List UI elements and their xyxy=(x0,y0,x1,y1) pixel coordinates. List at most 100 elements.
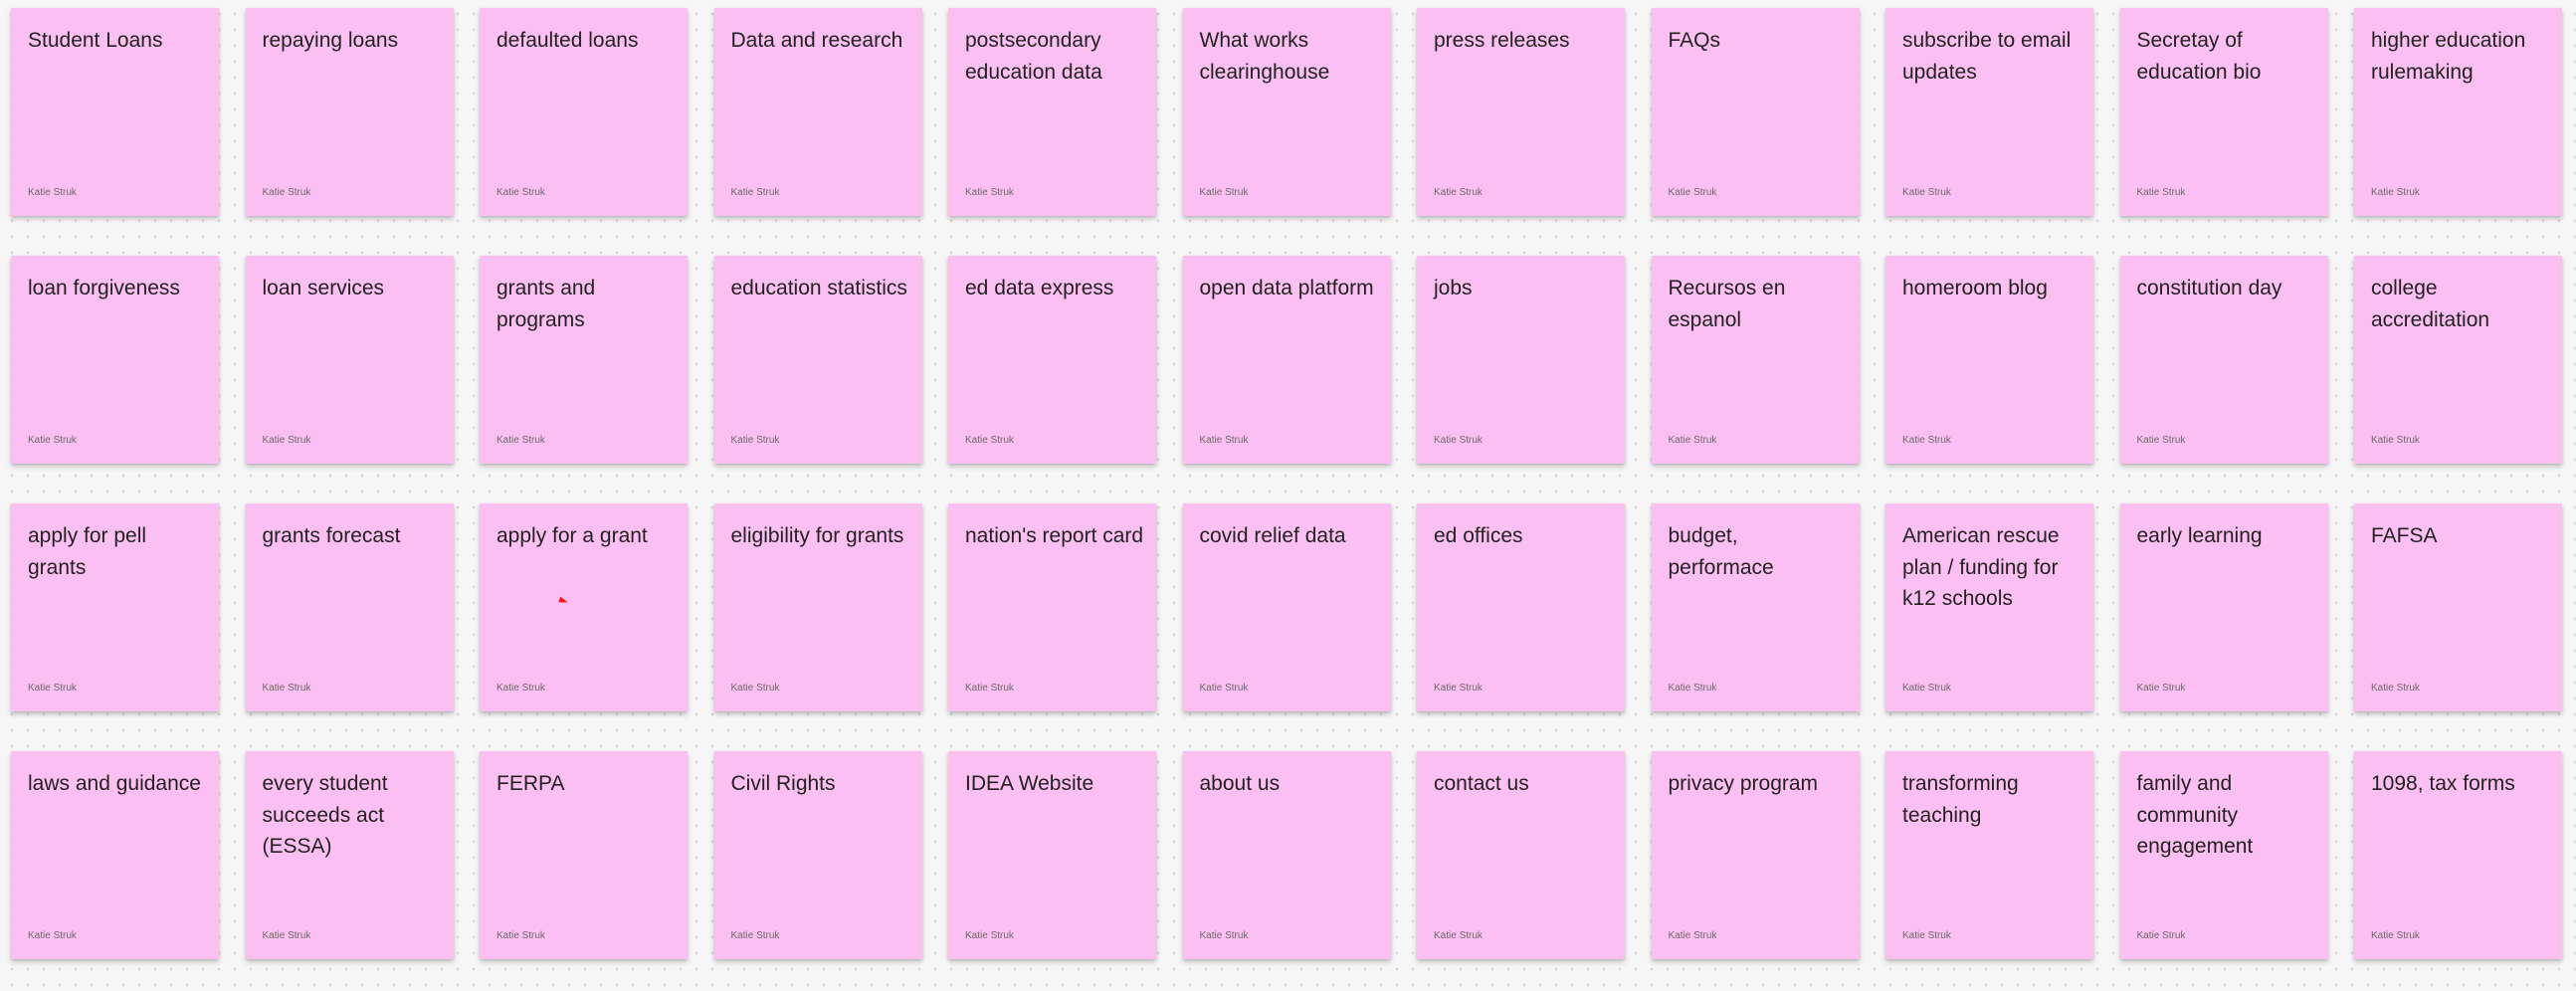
sticky-note-author: Katie Struk xyxy=(496,187,545,198)
sticky-note-text: Student Loans xyxy=(28,29,163,52)
sticky-note-author: Katie Struk xyxy=(1902,683,1951,694)
sticky-note[interactable]: college accreditation Katie Struk xyxy=(2354,256,2562,464)
sticky-note[interactable]: every student succeeds act (ESSA) Katie S… xyxy=(245,751,454,959)
sticky-note[interactable]: apply for pell grants Katie Struk xyxy=(11,503,219,711)
sticky-note-author: Katie Struk xyxy=(1434,187,1483,198)
sticky-note[interactable]: defaulted loans Katie Struk xyxy=(480,8,688,216)
sticky-note-author: Katie Struk xyxy=(2371,683,2420,694)
sticky-note[interactable]: nation's report card Katie Struk xyxy=(948,503,1156,711)
sticky-note[interactable]: jobs Katie Struk xyxy=(1417,256,1625,464)
sticky-note-author: Katie Struk xyxy=(730,930,780,941)
sticky-note[interactable]: Secretay of education bio Katie Struk xyxy=(2119,8,2328,216)
sticky-note[interactable]: apply for a grant Katie Struk xyxy=(480,503,688,711)
sticky-note[interactable]: privacy program Katie Struk xyxy=(1651,751,1860,959)
sticky-note[interactable]: grants forecast Katie Struk xyxy=(245,503,454,711)
sticky-note[interactable]: education statistics Katie Struk xyxy=(713,256,922,464)
sticky-note[interactable]: press releases Katie Struk xyxy=(1417,8,1625,216)
sticky-note-author: Katie Struk xyxy=(965,187,1014,198)
sticky-note-text: transforming teaching xyxy=(1902,772,2019,827)
sticky-note-text: budget, performace xyxy=(1668,524,1774,579)
sticky-note-text: apply for pell grants xyxy=(28,524,147,579)
sticky-note-text: early learning xyxy=(2136,524,2263,547)
sticky-note[interactable]: 1098, tax forms Katie Struk xyxy=(2354,751,2562,959)
sticky-note-text: What works clearinghouse xyxy=(1199,29,1330,84)
sticky-note-author: Katie Struk xyxy=(2371,435,2420,446)
sticky-note[interactable]: covid relief data Katie Struk xyxy=(1182,503,1391,711)
sticky-note[interactable]: laws and guidance Katie Struk xyxy=(11,751,219,959)
sticky-note-text: Civil Rights xyxy=(730,772,836,795)
sticky-note[interactable]: ed offices Katie Struk xyxy=(1417,503,1625,711)
sticky-note[interactable]: FAFSA Katie Struk xyxy=(2354,503,2562,711)
sticky-note-author: Katie Struk xyxy=(1902,435,1951,446)
sticky-note[interactable]: FAQs Katie Struk xyxy=(1651,8,1860,216)
sticky-note-author: Katie Struk xyxy=(28,930,77,941)
sticky-board: Student Loans Katie Struk repaying loans Ka… xyxy=(11,8,2562,959)
sticky-note[interactable]: family and community engagement Katie Str… xyxy=(2119,751,2328,959)
sticky-note[interactable]: loan services Katie Struk xyxy=(245,256,454,464)
sticky-note-text: American rescue plan / funding for k12 s… xyxy=(1902,524,2060,610)
sticky-note[interactable]: Civil Rights Katie Struk xyxy=(713,751,922,959)
sticky-note-author: Katie Struk xyxy=(28,683,77,694)
sticky-note-author: Katie Struk xyxy=(965,683,1014,694)
sticky-note[interactable]: What works clearinghouse Katie Struk xyxy=(1182,8,1391,216)
sticky-note-text: FAFSA xyxy=(2371,524,2438,547)
sticky-note-text: nation's report card xyxy=(965,524,1144,547)
sticky-note[interactable]: repaying loans Katie Struk xyxy=(245,8,454,216)
sticky-note[interactable]: about us Katie Struk xyxy=(1182,751,1391,959)
sticky-note[interactable]: transforming teaching Katie Struk xyxy=(1885,751,2093,959)
sticky-note-text: press releases xyxy=(1434,29,1570,52)
sticky-note-text: eligibility for grants xyxy=(730,524,904,547)
sticky-note[interactable]: contact us Katie Struk xyxy=(1417,751,1625,959)
sticky-note[interactable]: early learning Katie Struk xyxy=(2119,503,2328,711)
sticky-note[interactable]: Recursos en espanol Katie Struk xyxy=(1651,256,1860,464)
sticky-note-author: Katie Struk xyxy=(2136,187,2186,198)
sticky-note-text: postsecondary education data xyxy=(965,29,1102,84)
sticky-note-author: Katie Struk xyxy=(1199,683,1249,694)
sticky-note-author: Katie Struk xyxy=(2371,930,2420,941)
sticky-note[interactable]: eligibility for grants Katie Struk xyxy=(713,503,922,711)
sticky-note[interactable]: postsecondary education data Katie Struk xyxy=(948,8,1156,216)
sticky-note-text: defaulted loans xyxy=(496,29,639,52)
sticky-note[interactable]: budget, performace Katie Struk xyxy=(1651,503,1860,711)
sticky-note-text: FERPA xyxy=(496,772,565,795)
sticky-note-author: Katie Struk xyxy=(730,435,780,446)
sticky-note-author: Katie Struk xyxy=(1434,683,1483,694)
sticky-note-text: loan forgiveness xyxy=(28,277,180,299)
sticky-note[interactable]: IDEA Website Katie Struk xyxy=(948,751,1156,959)
sticky-note[interactable]: Data and research Katie Struk xyxy=(713,8,922,216)
sticky-note[interactable]: ed data express Katie Struk xyxy=(948,256,1156,464)
sticky-note[interactable]: subscribe to email updates Katie Struk xyxy=(1885,8,2093,216)
sticky-note[interactable]: grants and programs Katie Struk xyxy=(480,256,688,464)
sticky-note-text: every student succeeds act (ESSA) xyxy=(262,772,388,858)
sticky-note-author: Katie Struk xyxy=(1668,683,1717,694)
sticky-note[interactable]: Student Loans Katie Struk xyxy=(11,8,219,216)
sticky-note-text: Secretay of education bio xyxy=(2136,29,2262,84)
sticky-note-text: open data platform xyxy=(1199,277,1374,299)
sticky-note-author: Katie Struk xyxy=(730,187,780,198)
sticky-note-author: Katie Struk xyxy=(1199,435,1249,446)
sticky-note-text: contact us xyxy=(1434,772,1529,795)
sticky-note-text: covid relief data xyxy=(1199,524,1346,547)
sticky-note-text: laws and guidance xyxy=(28,772,201,795)
sticky-note[interactable]: loan forgiveness Katie Struk xyxy=(11,256,219,464)
sticky-note-author: Katie Struk xyxy=(496,435,545,446)
sticky-note-text: college accreditation xyxy=(2371,277,2490,331)
sticky-note[interactable]: constitution day Katie Struk xyxy=(2119,256,2328,464)
sticky-note-text: homeroom blog xyxy=(1902,277,2048,299)
sticky-note[interactable]: higher education rulemaking Katie Struk xyxy=(2354,8,2562,216)
sticky-note-text: FAQs xyxy=(1668,29,1721,52)
sticky-note-text: subscribe to email updates xyxy=(1902,29,2072,84)
sticky-note[interactable]: American rescue plan / funding for k12 s… xyxy=(1885,503,2093,711)
sticky-note[interactable]: open data platform Katie Struk xyxy=(1182,256,1391,464)
sticky-note-author: Katie Struk xyxy=(1902,930,1951,941)
sticky-note-text: education statistics xyxy=(730,277,907,299)
sticky-note-author: Katie Struk xyxy=(1199,930,1249,941)
sticky-note-text: privacy program xyxy=(1668,772,1819,795)
sticky-note[interactable]: FERPA Katie Struk xyxy=(480,751,688,959)
sticky-note-text: apply for a grant xyxy=(496,524,648,547)
sticky-note-author: Katie Struk xyxy=(1199,187,1249,198)
sticky-note-text: Data and research xyxy=(730,29,903,52)
sticky-note[interactable]: homeroom blog Katie Struk xyxy=(1885,256,2093,464)
sticky-note-text: family and community engagement xyxy=(2136,772,2254,858)
sticky-note-author: Katie Struk xyxy=(730,683,780,694)
